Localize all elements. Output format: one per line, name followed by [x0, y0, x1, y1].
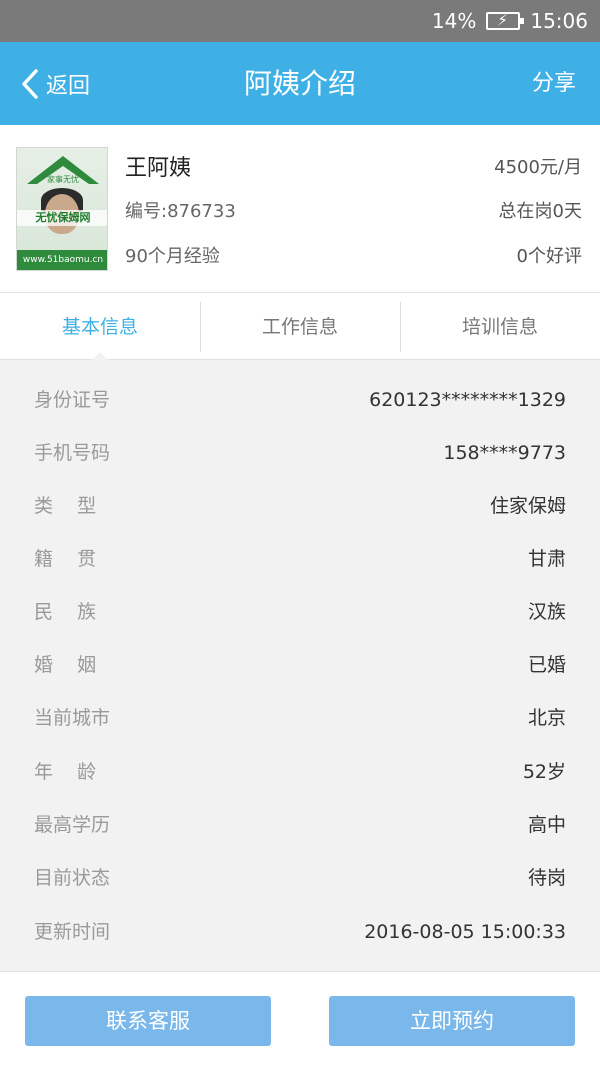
info-key: 婚 姻 [34, 654, 97, 676]
nanny-code: 编号:876733 [125, 201, 236, 222]
info-value: 高中 [527, 814, 566, 836]
info-value: 620123********1329 [369, 389, 566, 411]
app-header: 返回 阿姨介绍 分享 [0, 42, 600, 125]
info-value: 待岗 [527, 867, 566, 889]
share-button[interactable]: 分享 [532, 42, 576, 125]
info-key: 年 龄 [34, 761, 97, 783]
info-key: 最高学历 [34, 814, 111, 836]
nanny-experience: 90个月经验 [125, 246, 220, 267]
avatar-watermark: 无忧保姆网 [17, 210, 107, 226]
info-value: 158****9773 [443, 442, 566, 464]
info-key: 身份证号 [34, 389, 111, 411]
avatar[interactable]: 家事无忧 无忧保姆网 www.51baomu.cn [16, 147, 108, 271]
info-row: 手机号码 158****9773 [0, 427, 600, 480]
info-value: 汉族 [527, 601, 566, 623]
page-title: 阿姨介绍 [243, 67, 356, 100]
battery-percent: 14% [431, 9, 477, 33]
info-key: 籍 贯 [34, 548, 97, 570]
nanny-on-duty: 总在岗0天 [498, 201, 582, 222]
info-key: 类 型 [34, 495, 97, 517]
info-row: 民 族 汉族 [0, 586, 600, 639]
info-value: 52岁 [522, 761, 566, 783]
tab-training-info[interactable]: 培训信息 [400, 294, 600, 359]
avatar-site: www.51baomu.cn [17, 250, 107, 270]
info-key: 民 族 [34, 601, 97, 623]
clock: 15:06 [530, 9, 588, 33]
info-row: 年 龄 52岁 [0, 746, 600, 799]
tab-basic-info[interactable]: 基本信息 [0, 294, 200, 360]
battery-icon: ⚡ [486, 11, 525, 30]
info-value: 北京 [527, 707, 566, 729]
info-key: 手机号码 [34, 442, 111, 464]
info-value: 住家保姆 [489, 495, 566, 517]
info-row: 最高学历 高中 [0, 799, 600, 852]
status-bar: 14% ⚡ 15:06 [0, 0, 600, 42]
svg-text:家事无忧: 家事无忧 [47, 174, 79, 184]
nanny-name: 王阿姨 [125, 156, 192, 181]
info-row: 类 型 住家保姆 [0, 480, 600, 533]
footer-bar: 联系客服 立即预约 [0, 974, 600, 1067]
info-value: 甘肃 [527, 548, 566, 570]
info-row: 目前状态 待岗 [0, 852, 600, 905]
info-key: 当前城市 [34, 707, 111, 729]
tab-bar: 基本信息 工作信息 培训信息 [0, 294, 600, 360]
info-value: 2016-08-05 15:00:33 [364, 921, 566, 943]
info-value: 已婚 [527, 654, 566, 676]
contact-service-button[interactable]: 联系客服 [25, 996, 271, 1046]
info-row: 更新时间 2016-08-05 15:00:33 [0, 906, 600, 959]
info-row: 身份证号 620123********1329 [0, 374, 600, 427]
tab-work-info[interactable]: 工作信息 [200, 294, 400, 359]
info-key: 更新时间 [34, 921, 111, 943]
nanny-praise: 0个好评 [516, 246, 582, 267]
nanny-salary: 4500元/月 [494, 157, 582, 178]
book-now-button[interactable]: 立即预约 [329, 996, 575, 1046]
info-key: 目前状态 [34, 867, 111, 889]
info-row: 当前城市 北京 [0, 692, 600, 745]
info-row: 婚 姻 已婚 [0, 639, 600, 692]
info-row: 籍 贯 甘肃 [0, 533, 600, 586]
info-list: 身份证号 620123********1329 手机号码 158****9773… [0, 360, 600, 972]
